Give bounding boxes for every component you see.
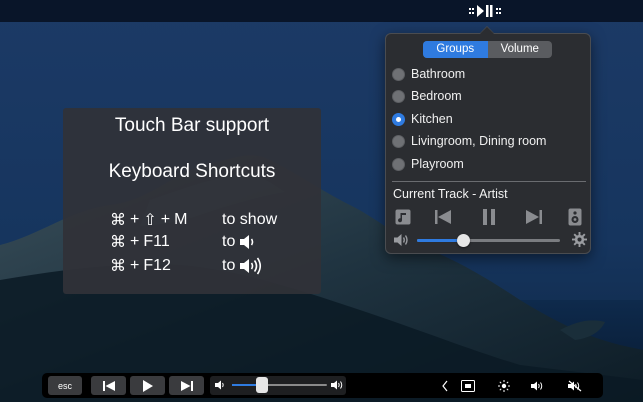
plus-sign: + [130,233,140,250]
music-library-icon[interactable] [392,207,414,227]
shortcut-keys: ⌘ + F12 [110,256,222,276]
touchbar-volume-knob[interactable] [256,377,269,393]
screen-mirroring-icon[interactable] [458,378,478,393]
touchbar-previous-button[interactable] [91,376,126,395]
radio-button[interactable] [392,67,405,81]
touch-bar: esc [42,373,603,398]
command-key: ⌘ [110,258,126,275]
next-track-icon [180,380,193,391]
m-key: M [174,211,188,228]
volume-row [386,232,590,248]
previous-track-icon [102,380,115,391]
chevron-left-icon[interactable] [440,378,450,393]
next-track-icon[interactable] [523,207,545,227]
touchbar-play-button[interactable] [130,376,165,395]
group-item-kitchen[interactable]: Kitchen [392,109,453,129]
previous-track-icon[interactable] [432,207,454,227]
divider [392,181,586,182]
group-item-livingroom[interactable]: Livingroom, Dining room [392,131,546,151]
info-overlay: Touch Bar support Keyboard Shortcuts ⌘ +… [63,108,321,294]
keyboard-shortcuts-heading: Keyboard Shortcuts [108,161,276,182]
plus-sign: + [160,211,171,228]
group-item-playroom[interactable]: Playroom [392,154,464,174]
group-item-bedroom[interactable]: Bedroom [392,86,462,106]
mute-icon[interactable] [566,378,584,393]
shift-key: ⇧ [143,212,157,229]
group-label: Bathroom [411,67,466,81]
shortcut-action: to [222,233,257,251]
shortcut-row-volume-up: ⌘ + F12 to [110,255,265,277]
speaker-settings-icon[interactable] [564,207,586,227]
playback-controls [386,204,590,230]
shortcut-row-volume-down: ⌘ + F11 to [110,231,257,253]
f11-key: F11 [143,233,170,250]
volume-slider-knob[interactable] [456,234,470,247]
radio-button[interactable] [392,89,405,103]
pause-icon[interactable] [478,207,500,227]
volume-slider-fill [417,239,463,242]
gear-icon[interactable] [572,232,587,247]
f12-key: F12 [143,257,171,274]
touchbar-next-button[interactable] [169,376,204,395]
volume-slider[interactable] [417,234,560,247]
speaker-low-icon [240,235,254,249]
radio-button[interactable] [392,134,405,148]
radio-button-selected[interactable] [392,112,405,126]
tab-groups[interactable]: Groups [423,41,488,58]
shortcut-row-show: ⌘ + ⇧ + M to show [110,209,277,231]
sonos-popover: Groups Volume Bathroom Bedroom Kitchen L… [385,33,591,254]
view-segmented-control: Groups Volume [423,41,552,58]
speaker-high-icon [331,380,343,390]
volume-speaker-icon [394,234,408,246]
group-label: Bedroom [411,89,462,103]
shortcut-keys: ⌘ + F11 [110,232,222,252]
speaker-low-icon [215,380,224,390]
popover-arrow-inner [480,27,494,34]
shortcut-action: to show [222,211,277,229]
group-item-bathroom[interactable]: Bathroom [392,64,465,84]
speaker-high-icon [240,257,262,275]
volume-icon[interactable] [530,378,546,393]
radio-button[interactable] [392,157,405,171]
plus-sign: + [130,211,140,228]
group-label: Livingroom, Dining room [411,134,547,148]
touchbar-support-heading: Touch Bar support [114,115,270,136]
shortcut-keys: ⌘ + ⇧ + M [110,210,222,230]
current-track-label: Current Track - Artist [393,187,508,201]
group-label: Kitchen [411,112,453,126]
group-label: Playroom [411,157,464,171]
shortcut-action: to [222,257,265,275]
action-text: to [222,233,236,250]
tab-volume[interactable]: Volume [488,41,553,58]
play-icon [142,379,153,392]
command-key: ⌘ [110,212,126,229]
brightness-icon[interactable] [496,378,512,393]
menubar-playback-icon[interactable] [468,2,504,20]
esc-button[interactable]: esc [48,376,82,395]
menu-bar [0,0,643,22]
action-text: to show [222,211,278,228]
command-key: ⌘ [110,234,126,251]
touchbar-volume-slider[interactable] [232,377,327,393]
action-text: to [222,257,236,274]
plus-sign: + [130,257,140,274]
